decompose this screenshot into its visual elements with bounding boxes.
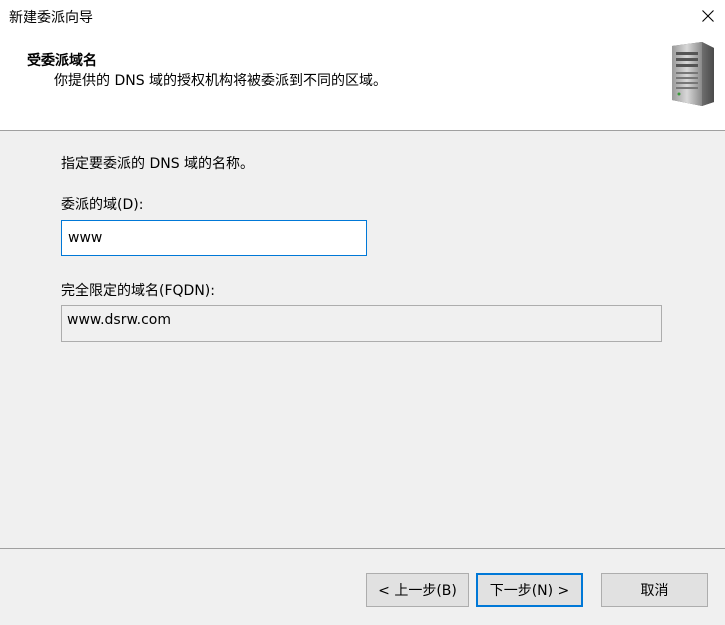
title-bar: 新建委派向导 (0, 0, 725, 32)
wizard-body: 指定要委派的 DNS 域的名称。 委派的域(D): 完全限定的域名(FQDN):… (0, 131, 725, 549)
delegated-domain-label: 委派的域(D): (61, 197, 144, 213)
new-delegation-wizard-window: 新建委派向导 受委派域名 你提供的 DNS 域的授权机构将被委派到不同的区域。 (0, 0, 725, 625)
close-button[interactable] (691, 0, 725, 32)
back-button[interactable]: < 上一步(B) (366, 573, 469, 607)
header-title: 受委派域名 (27, 53, 97, 69)
wizard-footer: < 上一步(B) 下一步(N) > 取消 (0, 549, 725, 625)
instruction-text: 指定要委派的 DNS 域的名称。 (61, 156, 255, 172)
cancel-button[interactable]: 取消 (601, 573, 708, 607)
next-button[interactable]: 下一步(N) > (476, 573, 583, 607)
server-icon (672, 42, 714, 106)
fqdn-readonly-field: www.dsrw.com (61, 305, 662, 342)
close-icon (702, 10, 714, 22)
delegated-domain-input[interactable] (61, 220, 367, 256)
fqdn-label: 完全限定的域名(FQDN): (61, 283, 215, 299)
header-subtitle: 你提供的 DNS 域的授权机构将被委派到不同的区域。 (54, 73, 388, 89)
wizard-header: 受委派域名 你提供的 DNS 域的授权机构将被委派到不同的区域。 (0, 32, 725, 130)
window-title: 新建委派向导 (9, 10, 93, 26)
